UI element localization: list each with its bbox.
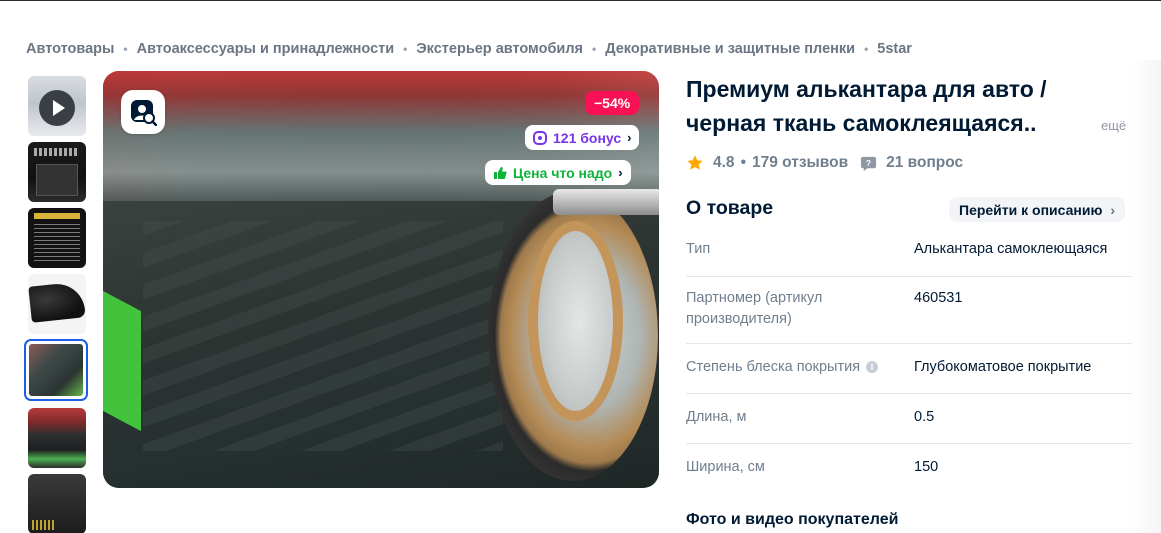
spec-row: Степень блеска покрытия i Глубокоматовое … bbox=[686, 344, 1132, 394]
image-search-icon bbox=[131, 100, 157, 126]
spec-row: Длина, м 0.5 bbox=[686, 394, 1132, 444]
breadcrumb-separator: • bbox=[123, 42, 128, 56]
product-title-line1: Премиум алькантара для авто / bbox=[686, 76, 1047, 102]
info-icon[interactable]: i bbox=[866, 361, 879, 373]
rating-separator: • bbox=[740, 154, 746, 171]
spec-key-wrap: Степень блеска покрытия i bbox=[686, 357, 906, 378]
chevron-right-icon: › bbox=[1110, 201, 1116, 218]
bonus-icon bbox=[533, 130, 547, 145]
svg-text:?: ? bbox=[866, 157, 871, 167]
play-icon bbox=[39, 90, 75, 126]
about-heading: О товаре bbox=[686, 197, 774, 219]
customer-photos-heading: Фото и видео покупателей bbox=[686, 511, 899, 528]
chevron-right-icon: › bbox=[618, 165, 623, 180]
breadcrumb: Автотовары • Автоаксессуары и принадлежн… bbox=[26, 40, 912, 58]
bonus-badge[interactable]: 121 бонус › bbox=[525, 125, 640, 150]
spec-row: Партномер (артикул производителя) 460531 bbox=[686, 277, 1132, 344]
spec-key: Степень блеска покрытия bbox=[686, 359, 861, 375]
question-bubble-icon: ? bbox=[861, 156, 877, 171]
right-edge-shadow bbox=[1131, 60, 1161, 533]
spec-value: Алькантара самоклеющаяся bbox=[914, 241, 1108, 257]
thumbs-up-icon bbox=[494, 166, 507, 179]
go-to-description-label: Перейти к описанию bbox=[959, 201, 1103, 218]
breadcrumb-link[interactable]: Декоративные и защитные пленки bbox=[605, 41, 855, 57]
image-search-button[interactable] bbox=[121, 90, 165, 134]
breadcrumb-separator: • bbox=[592, 42, 597, 56]
thumbnail-image-active[interactable] bbox=[24, 339, 88, 401]
questions-link[interactable]: 21 вопрос bbox=[886, 154, 963, 172]
spec-value: 460531 bbox=[914, 290, 963, 306]
breadcrumb-link[interactable]: Автотовары bbox=[26, 41, 114, 57]
spec-value: Глубокоматовое покрытие bbox=[914, 359, 1092, 375]
reviews-link[interactable]: 179 отзывов bbox=[752, 154, 848, 172]
thumbnail-image[interactable] bbox=[28, 474, 86, 533]
breadcrumb-link[interactable]: Экстерьер автомобиля bbox=[416, 41, 583, 57]
rating-summary: 4.8 • 179 отзывов ? 21 вопрос bbox=[686, 154, 963, 172]
thumbnail-image[interactable] bbox=[28, 208, 86, 268]
thumbnail-image[interactable] bbox=[28, 274, 86, 334]
title-more-link[interactable]: ещё bbox=[1101, 118, 1126, 133]
thumbnail-image[interactable] bbox=[28, 408, 86, 468]
top-divider bbox=[0, 0, 1161, 1]
go-to-description-button[interactable]: Перейти к описанию › bbox=[949, 197, 1126, 222]
spec-key: Партномер (артикул производителя) bbox=[686, 290, 823, 327]
star-icon bbox=[687, 155, 703, 170]
product-title: Премиум алькантара для авто / черная тка… bbox=[686, 72, 1126, 140]
spec-value: 150 bbox=[914, 459, 939, 475]
product-title-line2: черная ткань самоклеящаяся.. bbox=[686, 110, 1037, 136]
thumbnail-image[interactable] bbox=[28, 142, 86, 202]
thumbnail-video[interactable] bbox=[28, 76, 86, 136]
breadcrumb-separator: • bbox=[864, 42, 869, 56]
spec-row: Ширина, см 150 bbox=[686, 444, 1132, 494]
breadcrumb-separator: • bbox=[403, 42, 408, 56]
spec-key: Длина, м bbox=[686, 409, 747, 425]
spec-row: Тип Алькантара самоклеющаяся bbox=[686, 227, 1132, 277]
chevron-right-icon: › bbox=[627, 130, 632, 145]
breadcrumb-brand-link[interactable]: 5star bbox=[877, 41, 912, 57]
discount-badge: −54% bbox=[585, 91, 640, 115]
breadcrumb-link[interactable]: Автоаксессуары и принадлежности bbox=[137, 41, 395, 57]
specs-table: Тип Алькантара самоклеющаяся Партномер (… bbox=[686, 227, 1132, 494]
spec-key: Ширина, см bbox=[686, 459, 765, 475]
bonus-label: 121 бонус bbox=[553, 129, 622, 146]
good-price-label: Цена что надо bbox=[513, 164, 613, 181]
spec-value: 0.5 bbox=[914, 409, 935, 425]
good-price-badge[interactable]: Цена что надо › bbox=[485, 160, 631, 185]
rating-value: 4.8 bbox=[713, 154, 735, 171]
spec-key: Тип bbox=[686, 241, 711, 257]
